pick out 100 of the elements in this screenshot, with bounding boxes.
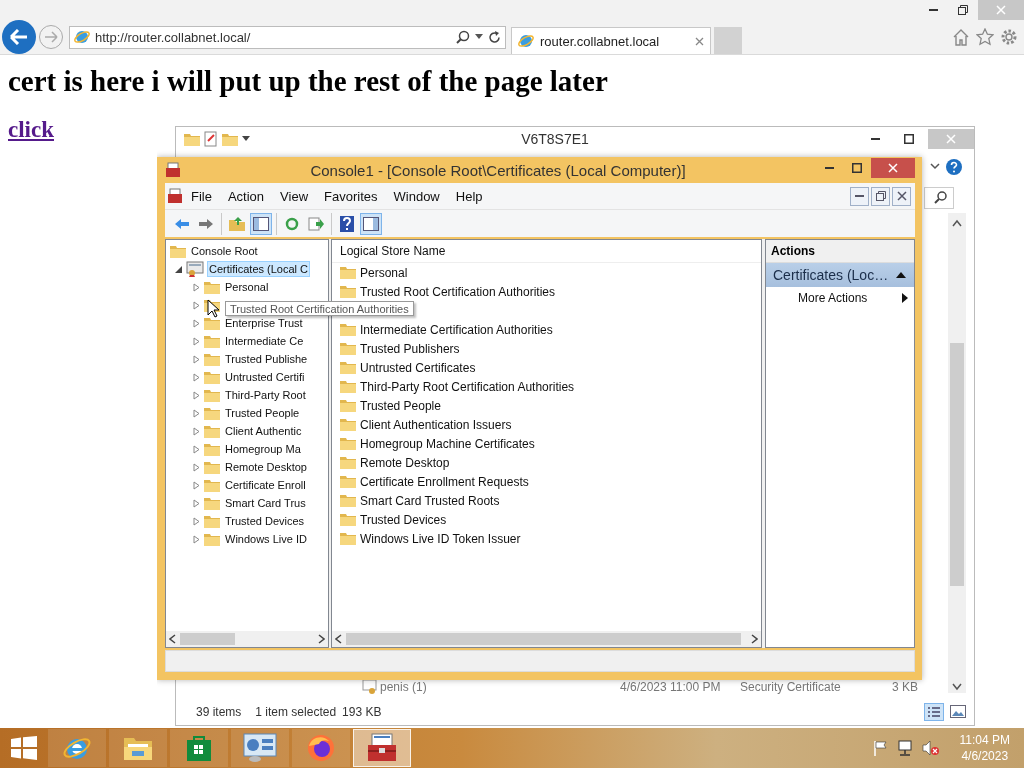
- menu-item[interactable]: File: [183, 188, 220, 204]
- collapsed-arrow-icon[interactable]: [192, 408, 201, 418]
- collapsed-arrow-icon[interactable]: [192, 354, 201, 364]
- collapsed-arrow-icon[interactable]: [192, 300, 201, 310]
- list-item[interactable]: Trusted People: [332, 396, 761, 415]
- menu-item[interactable]: Favorites: [316, 188, 386, 204]
- action-group[interactable]: Certificates (Loc…: [766, 263, 914, 287]
- properties-icon[interactable]: [204, 131, 218, 147]
- collapsed-arrow-icon[interactable]: [192, 282, 201, 292]
- collapsed-arrow-icon[interactable]: [192, 336, 201, 346]
- scroll-right-icon[interactable]: [318, 634, 325, 644]
- tree-item[interactable]: Smart Card Trus: [223, 495, 308, 511]
- address-bar[interactable]: http://router.collabnet.local/: [69, 25, 506, 49]
- collapsed-arrow-icon[interactable]: [192, 372, 201, 382]
- close-icon: [896, 191, 907, 201]
- details-view-icon[interactable]: [924, 703, 944, 721]
- search-field[interactable]: [924, 186, 954, 209]
- tree-item[interactable]: Homegroup Ma: [223, 441, 303, 457]
- close-button[interactable]: [892, 186, 911, 206]
- list-item[interactable]: Third-Party Root Certification Authorities: [332, 377, 761, 396]
- tree-item[interactable]: Remote Desktop: [223, 459, 309, 475]
- collapsed-arrow-icon[interactable]: [192, 444, 201, 454]
- scrollbar-thumb[interactable]: [346, 633, 741, 645]
- close-icon[interactable]: [695, 36, 704, 46]
- dropdown-caret-icon[interactable]: [475, 34, 483, 40]
- click-link[interactable]: click: [8, 117, 54, 143]
- menu-item[interactable]: Action: [219, 188, 273, 204]
- menu-item[interactable]: View: [272, 188, 317, 204]
- list-item[interactable]: Trusted Publishers: [332, 339, 761, 358]
- tree-item[interactable]: Console Root: [189, 243, 260, 259]
- taskbar-app[interactable]: [292, 729, 350, 767]
- list-item[interactable]: Personal: [332, 263, 761, 282]
- search-icon[interactable]: [456, 30, 470, 44]
- collapsed-arrow-icon[interactable]: [192, 498, 201, 508]
- toolbar-button[interactable]: [360, 212, 382, 235]
- tree-item[interactable]: Windows Live ID: [223, 531, 309, 547]
- toolbar-button[interactable]: [250, 212, 272, 235]
- list-item[interactable]: Smart Card Trusted Roots: [332, 491, 761, 510]
- collapsed-arrow-icon[interactable]: [192, 534, 201, 544]
- dropdown-caret-icon[interactable]: [242, 136, 250, 142]
- collapsed-arrow-icon[interactable]: [192, 480, 201, 490]
- back-button[interactable]: [2, 20, 36, 54]
- tree-item[interactable]: Trusted Devices: [223, 513, 307, 529]
- tree-item[interactable]: Client Authentic: [223, 423, 304, 439]
- network-icon[interactable]: [895, 740, 914, 756]
- collapsed-arrow-icon[interactable]: [192, 318, 201, 328]
- collapsed-arrow-icon[interactable]: [192, 462, 201, 472]
- taskbar-app[interactable]: [170, 729, 228, 767]
- taskbar-app[interactable]: [109, 729, 167, 767]
- horizontal-scrollbar[interactable]: [332, 631, 761, 647]
- thumbnail-view-icon[interactable]: [950, 705, 966, 719]
- horizontal-scrollbar[interactable]: [166, 631, 328, 647]
- expanded-arrow-icon[interactable]: [174, 264, 183, 274]
- flag-icon[interactable]: [873, 740, 888, 756]
- list-item[interactable]: Intermediate Certification Authorities: [332, 320, 761, 339]
- scrollbar-thumb[interactable]: [950, 343, 964, 586]
- tree-item[interactable]: Trusted Publishe: [223, 351, 310, 367]
- list-item[interactable]: Untrusted Certificates: [332, 358, 761, 377]
- taskbar-app[interactable]: [353, 729, 411, 767]
- list-item[interactable]: Trusted Root Certification Authorities: [332, 282, 761, 301]
- menu-item[interactable]: Window: [385, 188, 448, 204]
- list-item[interactable]: Remote Desktop: [332, 453, 761, 472]
- collapsed-arrow-icon[interactable]: [192, 390, 201, 400]
- tree-item[interactable]: Third-Party Root: [223, 387, 308, 403]
- tree-item[interactable]: Untrusted Certifi: [223, 369, 307, 385]
- list-item[interactable]: Trusted Devices: [332, 510, 761, 529]
- tree-item[interactable]: Intermediate Ce: [223, 333, 306, 349]
- scroll-up-icon[interactable]: [952, 219, 962, 227]
- settings-icon[interactable]: [1000, 28, 1018, 46]
- restore-button[interactable]: [871, 186, 890, 206]
- file-row[interactable]: penis (1) 4/6/2023 11:00 PM Security Certificate 3 KB: [176, 679, 948, 695]
- collapsed-arrow-icon[interactable]: [192, 516, 201, 526]
- scroll-down-icon[interactable]: [952, 683, 962, 691]
- scroll-right-icon[interactable]: [751, 634, 758, 644]
- list-item[interactable]: Certificate Enrollment Requests: [332, 472, 761, 491]
- column-header[interactable]: Logical Store Name: [332, 240, 761, 263]
- tree-item[interactable]: Trusted People: [223, 405, 302, 421]
- collapsed-arrow-icon[interactable]: [192, 426, 201, 436]
- refresh-icon[interactable]: [488, 30, 501, 44]
- menu-item[interactable]: Help: [447, 188, 491, 204]
- home-icon[interactable]: [952, 28, 970, 46]
- tree-item[interactable]: Certificates (Local C: [207, 261, 311, 277]
- scrollbar-thumb[interactable]: [180, 633, 235, 645]
- tree-item[interactable]: Certificate Enroll: [223, 477, 308, 493]
- list-item[interactable]: Homegroup Machine Certificates: [332, 434, 761, 453]
- tree-item[interactable]: Enterprise Trust: [223, 315, 305, 331]
- chevron-down-icon[interactable]: [930, 163, 940, 170]
- scroll-left-icon[interactable]: [335, 634, 342, 644]
- speaker-muted-icon[interactable]: [921, 740, 940, 756]
- list-item[interactable]: Windows Live ID Token Issuer: [332, 529, 761, 548]
- scroll-left-icon[interactable]: [169, 634, 176, 644]
- taskbar-app[interactable]: [231, 729, 289, 767]
- list-item[interactable]: Client Authentication Issuers: [332, 415, 761, 434]
- vertical-scrollbar[interactable]: [948, 213, 966, 693]
- browser-tab[interactable]: router.collabnet.local: [511, 27, 711, 54]
- star-icon[interactable]: [976, 28, 994, 46]
- action-item[interactable]: More Actions: [766, 287, 914, 309]
- help-icon[interactable]: [946, 158, 962, 175]
- minimize-button[interactable]: [850, 186, 869, 206]
- tree-item[interactable]: Personal: [223, 279, 271, 295]
